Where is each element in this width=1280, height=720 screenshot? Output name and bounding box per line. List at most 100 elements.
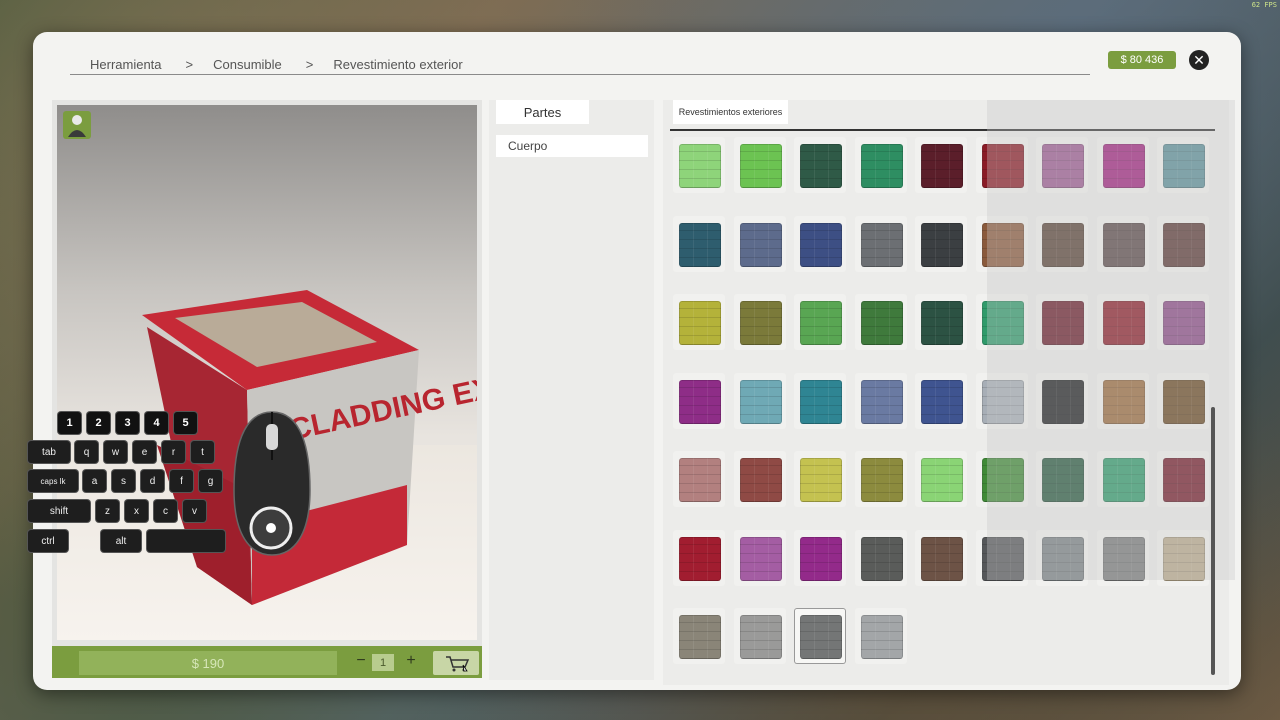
swatch-tile[interactable] [794, 137, 846, 193]
swatch-color [739, 536, 782, 581]
swatch-color [860, 615, 903, 659]
close-button[interactable]: ✕ [1189, 50, 1209, 70]
key-s: s [112, 470, 135, 492]
money-balance: $ 80 436 [1108, 51, 1176, 69]
swatch-tile[interactable] [673, 215, 725, 272]
swatch-color [800, 144, 842, 188]
swatch-scrollbar[interactable] [1211, 407, 1215, 675]
swatch-tile[interactable] [733, 372, 786, 429]
purchase-bar: $ 190 − 1 + [52, 646, 482, 678]
parts-panel: Partes Cuerpo [489, 100, 654, 680]
key-ctrl: ctrl [28, 530, 68, 552]
swatch-tile[interactable] [854, 294, 907, 350]
key-alt: alt [101, 530, 141, 552]
swatch-color [739, 615, 782, 659]
key-v: v [183, 500, 206, 522]
swatch-color [679, 301, 721, 345]
swatch-color [921, 144, 963, 188]
breadcrumb-separator: > [185, 56, 194, 72]
key-g: g [199, 470, 222, 492]
add-to-cart-button[interactable] [433, 651, 479, 675]
breadcrumb-item-herramienta[interactable]: Herramienta [90, 57, 162, 72]
swatch-color [860, 536, 903, 581]
swatch-color [800, 379, 842, 424]
swatch-color [739, 379, 782, 424]
swatch-tile[interactable] [915, 215, 967, 272]
shop-window: Herramienta > Consumible > Revestimiento… [33, 32, 1241, 690]
swatch-tile[interactable] [915, 137, 967, 193]
swatch-tile[interactable] [733, 608, 786, 664]
swatch-tile[interactable] [733, 529, 786, 586]
key-d: d [141, 470, 164, 492]
swatch-color [860, 301, 903, 345]
key-w: w [104, 441, 127, 463]
product-preview-panel: CLADDING EXTERIOR $ 190 − 1 + [52, 100, 482, 678]
swatch-tile[interactable] [794, 215, 846, 272]
swatch-tile[interactable] [673, 137, 725, 193]
swatch-tile[interactable] [733, 451, 786, 507]
tab-partes[interactable]: Partes [496, 100, 589, 124]
swatch-tile[interactable] [915, 529, 967, 586]
key-z: z [96, 500, 119, 522]
hover-overlay [987, 100, 1235, 580]
key-e: e [133, 441, 156, 463]
key-q: q [75, 441, 98, 463]
key-space [147, 530, 225, 552]
swatch-color [800, 536, 842, 581]
swatch-tile[interactable] [673, 294, 725, 350]
swatch-color [679, 222, 721, 267]
cart-icon [446, 656, 470, 672]
swatch-tile[interactable] [673, 608, 725, 664]
swatch-color [860, 379, 903, 424]
swatch-tile[interactable] [854, 137, 907, 193]
swatch-color [800, 615, 842, 659]
swatch-tile[interactable] [733, 215, 786, 272]
swatch-tile[interactable] [794, 294, 846, 350]
swatch-color [800, 222, 842, 267]
swatch-color [679, 536, 721, 581]
swatch-tile[interactable] [854, 608, 907, 664]
swatch-tile[interactable] [673, 529, 725, 586]
swatch-tile[interactable] [854, 215, 907, 272]
avatar-button[interactable] [63, 111, 91, 139]
breadcrumb-item-revestimiento[interactable]: Revestimiento exterior [333, 57, 462, 72]
swatch-tile[interactable] [794, 529, 846, 586]
swatch-tile[interactable] [794, 608, 846, 664]
swatch-tile[interactable] [915, 372, 967, 429]
key-shift: shift [28, 500, 90, 522]
key-t: t [191, 441, 214, 463]
cladding-panel: Revestimientos exteriores [663, 100, 1235, 685]
part-item-cuerpo[interactable]: Cuerpo [496, 135, 648, 157]
swatch-tile[interactable] [673, 372, 725, 429]
swatch-tile[interactable] [915, 451, 967, 507]
breadcrumb-separator: > [305, 56, 314, 72]
swatch-tile[interactable] [794, 372, 846, 429]
quantity-field[interactable]: 1 [372, 654, 394, 671]
key-1: 1 [58, 412, 81, 434]
swatch-color [679, 144, 721, 188]
keyboard-hint-overlay: 1 2 3 4 5 tab q w e r t caps lk a s d f … [28, 412, 228, 562]
key-3: 3 [116, 412, 139, 434]
swatch-color [739, 301, 782, 345]
swatch-tile[interactable] [794, 451, 846, 507]
swatch-tile[interactable] [733, 137, 786, 193]
tab-revestimientos[interactable]: Revestimientos exteriores [673, 100, 788, 124]
swatch-color [860, 222, 903, 267]
quantity-plus-button[interactable]: + [403, 652, 419, 670]
key-2: 2 [87, 412, 110, 434]
swatch-tile[interactable] [854, 529, 907, 586]
swatch-tile[interactable] [915, 294, 967, 350]
swatch-color [679, 458, 721, 502]
swatch-color [921, 379, 963, 424]
swatch-tile[interactable] [854, 451, 907, 507]
breadcrumb-item-consumible[interactable]: Consumible [213, 57, 282, 72]
swatch-tile[interactable] [673, 451, 725, 507]
swatch-tile[interactable] [733, 294, 786, 350]
swatch-color [921, 458, 963, 502]
key-f: f [170, 470, 193, 492]
quantity-minus-button[interactable]: − [353, 652, 369, 670]
swatch-color [800, 458, 842, 502]
swatch-color [860, 144, 903, 188]
swatch-tile[interactable] [854, 372, 907, 429]
fps-counter: 62 FPS [1251, 1, 1277, 9]
